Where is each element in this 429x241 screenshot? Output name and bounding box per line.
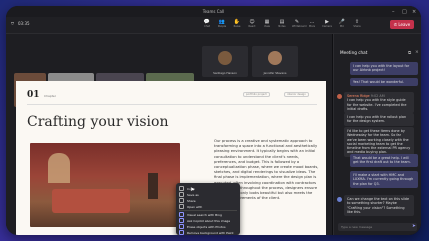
ctx-share[interactable]: Share bbox=[179, 198, 196, 203]
toolbar-button-label: View bbox=[264, 25, 270, 28]
ctx-erase-objects[interactable]: Erase objects with Photos bbox=[179, 224, 226, 229]
toolbar-button-more[interactable]: … More bbox=[307, 19, 317, 28]
chapter-number: 01 bbox=[27, 90, 40, 100]
toolbar-button-label: People bbox=[217, 25, 227, 28]
leave-label: Leave bbox=[398, 22, 411, 27]
close-chat-icon[interactable]: × bbox=[415, 50, 419, 55]
avatar bbox=[337, 197, 342, 202]
shared-document: 01 Chapter portfolio project interior de… bbox=[16, 81, 326, 235]
copilot-icon bbox=[179, 218, 184, 223]
maximize-icon[interactable]: □ bbox=[402, 9, 407, 15]
toolbar-button-raise[interactable]: ✋ Raise bbox=[232, 19, 242, 28]
call-timer: 03:35 bbox=[18, 21, 30, 26]
copy-icon bbox=[179, 186, 184, 191]
ctx-label: Remove background with Paint bbox=[187, 230, 234, 235]
participant-name: Santiago Hanson bbox=[213, 71, 237, 75]
popout-icon[interactable]: ⧉ bbox=[408, 50, 411, 56]
ctx-save-as[interactable]: Save as bbox=[179, 192, 199, 197]
toolbar-button-view[interactable]: ▦ View bbox=[262, 19, 272, 28]
chat-message: I'd like to get these items done by Wedn… bbox=[344, 127, 414, 157]
close-icon[interactable]: × bbox=[412, 9, 416, 15]
chat-message: I can help you with the layout for our A… bbox=[350, 62, 418, 75]
room-photo[interactable] bbox=[30, 143, 180, 227]
leave-button[interactable]: ✆ Leave bbox=[390, 20, 414, 29]
ctx-label: Ask Copilot about this image bbox=[187, 218, 231, 223]
ctx-visual-search[interactable]: Visual search with Bing bbox=[179, 212, 222, 217]
ctx-label: Open with bbox=[187, 204, 203, 209]
ctx-open-with[interactable]: Open with bbox=[179, 204, 202, 209]
teams-window: Teams Call – □ × ⛉ 03:35 💬 Chat 👥 People ✋ Ra… bbox=[6, 6, 421, 235]
toolbar-button-label: Notes bbox=[278, 25, 286, 28]
share-icon bbox=[179, 198, 184, 203]
toolbar-button-react[interactable]: ☺ React bbox=[247, 19, 257, 28]
toolbar-button-label: Chat bbox=[204, 25, 210, 28]
ctx-label: Share bbox=[187, 198, 196, 203]
photos-icon bbox=[179, 224, 184, 229]
toolbar-button-mic[interactable]: 🎤 Mic bbox=[337, 19, 347, 28]
photo-lamp bbox=[148, 173, 158, 199]
toolbar-button-label: Camera bbox=[322, 25, 332, 28]
mouse-cursor-icon: ➤ bbox=[190, 186, 196, 193]
shield-icon: ⛉ bbox=[11, 21, 14, 26]
toolbar-button-label: More bbox=[308, 25, 316, 28]
paint-icon bbox=[179, 230, 184, 235]
window-title: Teams Call bbox=[202, 9, 225, 14]
title-bar: Teams Call – □ × bbox=[6, 6, 421, 17]
chat-message: Serena Ridge 9:02 AM I can help you with… bbox=[344, 92, 414, 114]
participant-avatar-tile[interactable]: Jennifer Stevens bbox=[252, 46, 298, 77]
open-with-icon bbox=[179, 204, 184, 209]
ctx-label: Visual search with Bing bbox=[187, 212, 222, 217]
avatar bbox=[337, 94, 342, 99]
ctx-ask-copilot[interactable]: Ask Copilot about this image bbox=[179, 218, 230, 223]
avatar bbox=[218, 51, 232, 65]
divider bbox=[27, 104, 317, 105]
doc-tag: interior design bbox=[284, 92, 309, 97]
document-heading: Crafting your vision bbox=[27, 114, 169, 130]
toolbar-button-label: Raise bbox=[233, 25, 241, 28]
chat-message: I can help you with the rollout plan for… bbox=[344, 113, 414, 126]
chat-message: Can we change the text on this slide to … bbox=[344, 195, 414, 217]
minimize-icon[interactable]: – bbox=[392, 9, 395, 15]
ctx-remove-background[interactable]: Remove background with Paint bbox=[179, 230, 234, 235]
save-icon bbox=[179, 192, 184, 197]
chat-message: Yes! That would be wonderful. bbox=[350, 78, 418, 87]
participant-avatar-tile[interactable]: Santiago Hanson bbox=[202, 46, 248, 77]
toolbar-button-label: React bbox=[248, 25, 256, 28]
toolbar-button-chat[interactable]: 💬 Chat bbox=[202, 19, 212, 28]
menu-divider bbox=[179, 210, 237, 211]
chapter-label: Chapter bbox=[44, 94, 56, 98]
participant-name: Jennifer Stevens bbox=[263, 71, 287, 75]
message-text: I can help you with the style guide for … bbox=[347, 98, 407, 111]
toolbar-buttons: 💬 Chat 👥 People ✋ Raise ☺ React ▦ View ▤ Notes ✎ Whit… bbox=[202, 19, 362, 28]
toolbar-button-notes[interactable]: ▤ Notes bbox=[277, 19, 287, 28]
ctx-label: Erase objects with Photos bbox=[187, 224, 226, 229]
toolbar-button-whiteboard[interactable]: ✎ Whiteboard bbox=[292, 19, 307, 28]
ctx-label: Save as bbox=[187, 192, 199, 197]
doc-tag: portfolio project bbox=[243, 92, 270, 97]
toolbar-button-label: Mic bbox=[339, 25, 345, 28]
image-context-menu: Copy Save as Share Open with Visual sear… bbox=[176, 183, 240, 235]
chat-title: Meeting chat bbox=[340, 50, 368, 55]
photo-window bbox=[48, 153, 70, 183]
chat-input[interactable]: Type a new message bbox=[338, 223, 417, 231]
meeting-toolbar: ⛉ 03:35 💬 Chat 👥 People ✋ Raise ☺ React ▦ View ▤ No… bbox=[6, 17, 421, 34]
toolbar-button-label: Whiteboard bbox=[292, 25, 307, 28]
meeting-chat-panel: Meeting chat ⧉ × I can help you with the… bbox=[333, 34, 421, 235]
avatar bbox=[268, 51, 282, 65]
photo-sofa bbox=[52, 189, 130, 213]
bing-icon bbox=[179, 212, 184, 217]
toolbar-button-label: Share bbox=[353, 25, 361, 28]
chat-message: I'll make a start with HMC and LUXMA. I'… bbox=[350, 171, 418, 188]
chat-message: That would be a great help. I will get t… bbox=[350, 154, 418, 167]
toolbar-button-share[interactable]: ⇧ Share bbox=[352, 19, 362, 28]
toolbar-button-people[interactable]: 👥 People bbox=[217, 19, 227, 28]
toolbar-button-camera[interactable]: ▶ Camera bbox=[322, 19, 332, 28]
send-icon[interactable]: ➤ bbox=[412, 223, 416, 231]
